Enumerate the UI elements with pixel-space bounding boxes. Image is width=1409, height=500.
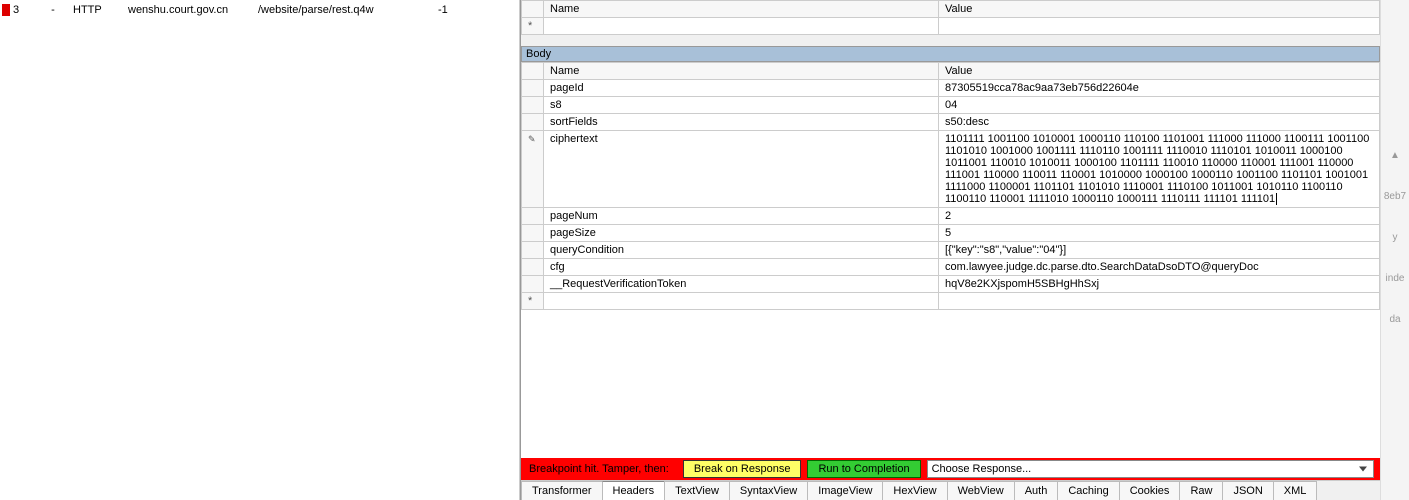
- sessions-list[interactable]: 3 - HTTP wenshu.court.gov.cn /website/pa…: [0, 0, 520, 500]
- query-params-grid[interactable]: Name Value *: [521, 0, 1380, 35]
- tab-auth[interactable]: Auth: [1014, 481, 1059, 500]
- param-name[interactable]: ciphertext: [544, 131, 939, 208]
- param-name[interactable]: pageNum: [544, 208, 939, 225]
- row-header-blank: [522, 63, 544, 80]
- choose-response-dropdown[interactable]: Choose Response...: [927, 460, 1374, 478]
- tab-textview[interactable]: TextView: [664, 481, 730, 500]
- param-value[interactable]: com.lawyee.judge.dc.parse.dto.SearchData…: [939, 259, 1380, 276]
- table-row[interactable]: pageId 87305519cca78ac9aa73eb756d22604e: [522, 80, 1380, 97]
- param-name[interactable]: cfg: [544, 259, 939, 276]
- table-row[interactable]: pageSize 5: [522, 225, 1380, 242]
- param-name[interactable]: s8: [544, 97, 939, 114]
- param-value[interactable]: 5: [939, 225, 1380, 242]
- row-header-blank: [522, 1, 544, 18]
- param-value[interactable]: hqV8e2KXjspomH5SBHgHhSxj: [939, 276, 1380, 293]
- tab-cookies[interactable]: Cookies: [1119, 481, 1181, 500]
- tab-json[interactable]: JSON: [1222, 481, 1273, 500]
- tab-xml[interactable]: XML: [1273, 481, 1318, 500]
- session-host: wenshu.court.gov.cn: [128, 4, 258, 16]
- session-protocol: HTTP: [73, 4, 128, 16]
- param-name[interactable]: sortFields: [544, 114, 939, 131]
- table-row[interactable]: *: [522, 18, 1380, 35]
- param-name[interactable]: queryCondition: [544, 242, 939, 259]
- param-name[interactable]: pageId: [544, 80, 939, 97]
- table-row[interactable]: __RequestVerificationToken hqV8e2KXjspom…: [522, 276, 1380, 293]
- body-params-grid[interactable]: Name Value pageId 87305519cca78ac9aa73eb…: [521, 62, 1380, 310]
- column-header-value[interactable]: Value: [939, 1, 1380, 18]
- session-status-marker: [2, 4, 10, 16]
- scroll-up-icon[interactable]: ▲: [1390, 150, 1400, 161]
- table-row[interactable]: pageNum 2: [522, 208, 1380, 225]
- tab-raw[interactable]: Raw: [1179, 481, 1223, 500]
- table-row[interactable]: *: [522, 293, 1380, 310]
- tab-transformer[interactable]: Transformer: [521, 481, 603, 500]
- column-header-value[interactable]: Value: [939, 63, 1380, 80]
- session-dash: -: [33, 4, 73, 16]
- breakpoint-text: Breakpoint hit. Tamper, then:: [525, 463, 669, 475]
- tab-webview[interactable]: WebView: [947, 481, 1015, 500]
- table-row[interactable]: cfg com.lawyee.judge.dc.parse.dto.Search…: [522, 259, 1380, 276]
- table-row[interactable]: queryCondition [{"key":"s8","value":"04"…: [522, 242, 1380, 259]
- tab-syntaxview[interactable]: SyntaxView: [729, 481, 808, 500]
- tab-headers[interactable]: Headers: [602, 481, 666, 500]
- session-result: -1: [438, 4, 517, 16]
- break-on-response-button[interactable]: Break on Response: [683, 460, 802, 478]
- tab-imageview[interactable]: ImageView: [807, 481, 883, 500]
- session-path: /website/parse/rest.q4w: [258, 4, 438, 16]
- session-id: 3: [13, 4, 33, 16]
- background-window-edge: ▲ 8eb7 y inde da: [1380, 0, 1409, 500]
- param-value[interactable]: 1101111 1001100 1010001 1000110 110100 1…: [939, 131, 1380, 208]
- column-header-name[interactable]: Name: [544, 1, 939, 18]
- column-header-name[interactable]: Name: [544, 63, 939, 80]
- table-row[interactable]: sortFields s50:desc: [522, 114, 1380, 131]
- param-value[interactable]: 87305519cca78ac9aa73eb756d22604e: [939, 80, 1380, 97]
- tab-caching[interactable]: Caching: [1057, 481, 1119, 500]
- session-row[interactable]: 3 - HTTP wenshu.court.gov.cn /website/pa…: [0, 2, 519, 18]
- param-name[interactable]: __RequestVerificationToken: [544, 276, 939, 293]
- run-to-completion-button[interactable]: Run to Completion: [807, 460, 920, 478]
- param-value[interactable]: 04: [939, 97, 1380, 114]
- body-section-header: Body: [521, 46, 1380, 62]
- param-value[interactable]: [{"key":"s8","value":"04"}]: [939, 242, 1380, 259]
- table-row[interactable]: s8 04: [522, 97, 1380, 114]
- param-value[interactable]: s50:desc: [939, 114, 1380, 131]
- inspector-tabs: Transformer Headers TextView SyntaxView …: [521, 480, 1380, 500]
- table-row[interactable]: ✎ ciphertext 1101111 1001100 1010001 100…: [522, 131, 1380, 208]
- tab-hexview[interactable]: HexView: [882, 481, 947, 500]
- param-name[interactable]: pageSize: [544, 225, 939, 242]
- edit-icon: ✎: [528, 134, 536, 144]
- inspector-pane: Name Value * Body Name Value: [520, 0, 1380, 500]
- choose-response-label: Choose Response...: [932, 463, 1032, 475]
- breakpoint-bar: Breakpoint hit. Tamper, then: Break on R…: [521, 458, 1380, 480]
- param-value[interactable]: 2: [939, 208, 1380, 225]
